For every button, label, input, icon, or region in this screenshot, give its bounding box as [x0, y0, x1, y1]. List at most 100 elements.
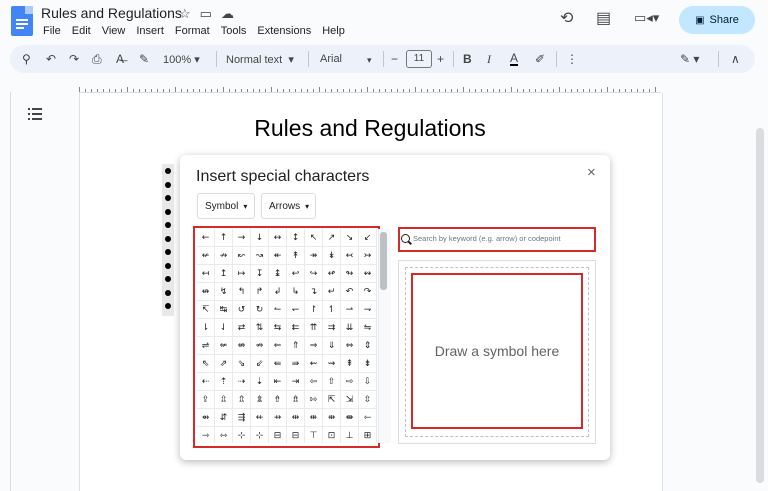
ruler-tick — [433, 89, 434, 92]
bullet-point — [165, 303, 171, 309]
menu-insert[interactable]: Insert — [136, 25, 164, 37]
hide-menus-button[interactable]: ∧ — [731, 52, 740, 66]
bullet-point — [165, 181, 171, 188]
document-heading[interactable]: Rules and Regulations — [79, 115, 661, 142]
decrease-font-button[interactable]: − — [391, 52, 398, 66]
ruler-tick — [151, 89, 152, 92]
increase-font-button[interactable]: + — [437, 52, 444, 66]
ruler-tick — [607, 87, 608, 92]
zoom-value: 100% — [163, 54, 192, 66]
bullet-point — [165, 222, 171, 228]
ruler-tick — [115, 89, 116, 92]
share-button[interactable]: ▣ Share — [679, 6, 755, 34]
ruler-tick — [643, 89, 644, 92]
menu-edit[interactable]: Edit — [72, 25, 91, 37]
ruler-tick — [313, 89, 314, 92]
subcategory-dropdown[interactable]: Arrows ▾ — [261, 193, 316, 219]
star-icon[interactable]: ☆ — [179, 6, 191, 22]
ruler-tick — [91, 89, 92, 92]
font-select[interactable]: Arial — [320, 53, 342, 65]
undo-icon[interactable]: ↶ — [46, 52, 56, 66]
ruler-tick — [199, 89, 200, 92]
comments-icon[interactable]: ▤ — [596, 8, 611, 28]
text-color-button[interactable]: A — [510, 52, 519, 66]
document-title[interactable]: Rules and Regulations — [41, 5, 182, 21]
ruler-tick — [211, 89, 212, 92]
zoom-select[interactable]: 100% ▾ — [163, 53, 200, 66]
ruler-tick — [265, 89, 266, 92]
ruler-tick — [277, 89, 278, 92]
category-dropdown[interactable]: Symbol ▾ — [197, 193, 255, 219]
menu-extensions[interactable]: Extensions — [257, 25, 311, 37]
chevron-down-icon: ▾ — [305, 201, 310, 211]
cloud-status-icon[interactable]: ☁ — [221, 6, 234, 22]
ruler-tick — [613, 89, 614, 92]
symbol-grid-scrollbar[interactable] — [380, 232, 387, 290]
ruler-tick — [541, 89, 542, 92]
dialog-title: Insert special characters — [196, 168, 370, 185]
docs-logo-icon[interactable] — [11, 6, 33, 36]
editing-mode-icon[interactable]: ✎ ▾ — [680, 52, 699, 66]
ruler-tick — [163, 89, 164, 92]
ruler-tick — [295, 89, 296, 92]
history-icon[interactable]: ⟲ — [560, 8, 573, 28]
bullet-point — [165, 208, 171, 215]
ruler-tick — [127, 87, 128, 92]
vertical-ruler[interactable] — [0, 92, 11, 491]
ruler-tick — [133, 89, 134, 92]
ruler-tick — [271, 87, 272, 92]
ruler-tick — [517, 89, 518, 92]
redo-icon[interactable]: ↷ — [69, 52, 79, 66]
ruler-tick — [175, 87, 176, 92]
bullet-list[interactable] — [162, 164, 174, 316]
ruler-tick — [109, 89, 110, 92]
ruler-tick — [427, 89, 428, 92]
ruler-tick — [253, 89, 254, 92]
ruler-tick — [451, 89, 452, 92]
font-dropdown-icon[interactable]: ▾ — [367, 55, 372, 66]
ruler-tick — [469, 89, 470, 92]
subcategory-dropdown-label: Arrows — [269, 200, 301, 212]
ruler-tick — [325, 89, 326, 92]
ruler-tick — [475, 89, 476, 92]
ruler-tick — [235, 89, 236, 92]
paint-format-icon[interactable]: ✎ — [139, 52, 149, 66]
bold-button[interactable]: B — [463, 52, 472, 66]
menu-file[interactable]: File — [43, 25, 61, 37]
font-value: Arial — [320, 53, 343, 65]
style-select[interactable]: Normal text ▾ — [226, 53, 294, 66]
close-icon[interactable]: × — [587, 164, 596, 181]
ruler-tick — [523, 89, 524, 92]
menu-format[interactable]: Format — [175, 25, 210, 37]
lock-icon: ▣ — [695, 14, 705, 26]
font-size-input[interactable]: 11 — [406, 50, 432, 68]
ruler-tick — [499, 89, 500, 92]
ruler-tick — [625, 89, 626, 92]
ruler-tick — [403, 89, 404, 92]
ruler-tick — [217, 89, 218, 92]
move-folder-icon[interactable]: ▭ — [200, 6, 212, 22]
ruler-tick — [331, 89, 332, 92]
document-outline-icon[interactable] — [28, 108, 42, 120]
page-scrollbar[interactable] — [756, 128, 764, 483]
ruler-tick — [565, 89, 566, 92]
bullet-point — [165, 249, 171, 255]
ruler-tick — [529, 89, 530, 92]
ruler-tick — [157, 89, 158, 92]
horizontal-ruler[interactable] — [79, 80, 661, 93]
ruler-tick — [577, 89, 578, 92]
italic-button[interactable]: I — [487, 52, 491, 67]
spellcheck-icon[interactable]: A̶ — [116, 52, 124, 66]
highlight-color-icon[interactable]: ✐ — [535, 52, 545, 66]
menu-help[interactable]: Help — [322, 25, 345, 37]
ruler-tick — [367, 87, 368, 92]
more-options-button[interactable]: ⋮ — [566, 52, 578, 66]
print-icon[interactable]: ⎙ — [92, 52, 102, 67]
menu-tools[interactable]: Tools — [221, 25, 247, 37]
ruler-tick — [355, 89, 356, 92]
menu-view[interactable]: View — [102, 25, 126, 37]
meet-icon[interactable]: ▭◂▾ — [634, 10, 659, 26]
ruler-tick — [97, 89, 98, 92]
search-menus-icon[interactable]: ⚲ — [22, 52, 31, 66]
symbol-grid-highlight — [193, 226, 380, 448]
